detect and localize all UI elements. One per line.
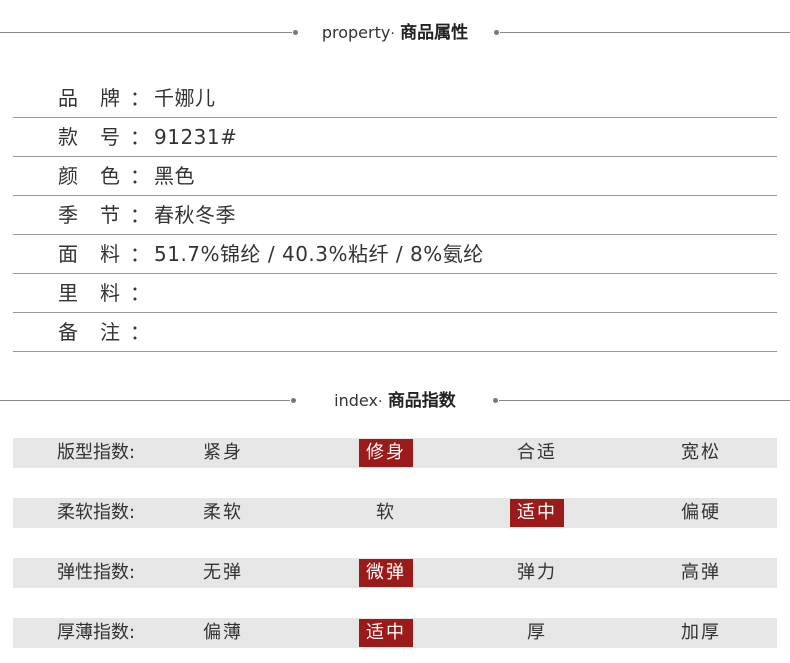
index-option: 加厚 (681, 622, 721, 643)
index-row: 弹性指数: 无弹 微弹 弹力 高弹 (13, 558, 777, 588)
index-section-header: index· 商品指数 (0, 389, 790, 413)
index-option-selected: 微弹 (359, 559, 413, 587)
property-row: 品牌 ：千娜儿 (13, 79, 777, 118)
property-value: 黑色 (154, 164, 195, 188)
property-value: 千娜儿 (154, 86, 216, 110)
property-label-char: 牌 (100, 86, 120, 110)
index-row: 厚薄指数: 偏薄 适中 厚 加厚 (13, 618, 777, 648)
property-row: 备注 ： (13, 313, 777, 352)
property-value: 春秋冬季 (154, 203, 236, 227)
index-option: 软 (376, 502, 396, 523)
header-dot-right (494, 30, 499, 35)
property-label-colon: ： (130, 320, 150, 344)
index-option: 紧身 (203, 442, 243, 463)
header-rule-right (499, 400, 790, 401)
index-option-selected: 适中 (359, 619, 413, 647)
index-option-selected: 适中 (510, 499, 564, 527)
section-title-en: property (321, 23, 391, 42)
property-label-char: 备 (58, 320, 78, 344)
header-rule-right (500, 32, 790, 33)
property-section-header: property· 商品属性 (0, 21, 790, 45)
index-name: 版型指数: (57, 442, 136, 463)
index-row: 柔软指数: 柔软 软 适中 偏硬 (13, 498, 777, 528)
index-option: 厚 (527, 622, 547, 643)
section-title-separator: · (390, 26, 395, 42)
index-option: 宽松 (681, 442, 721, 463)
index-name: 弹性指数: (57, 562, 136, 583)
property-row: 面料 ： 51.7%锦纶 / 40.3%粘纤 / 8%氨纶 (13, 235, 777, 274)
index-section-title: index· 商品指数 (0, 389, 790, 414)
section-title-cn: 商品指数 (387, 391, 456, 411)
property-label-char: 里 (58, 281, 78, 305)
property-value: 51.7%锦纶 / 40.3%粘纤 / 8%氨纶 (154, 242, 484, 266)
index-option: 高弹 (681, 562, 721, 583)
index-option: 偏硬 (681, 502, 721, 523)
index-name: 厚薄指数: (57, 622, 136, 643)
property-section-title: property· 商品属性 (0, 21, 790, 46)
property-label-colon: ： (130, 281, 150, 305)
index-option: 弹力 (517, 562, 557, 583)
property-label-colon: ： (130, 203, 150, 227)
property-label-char: 号 (100, 125, 120, 149)
property-label-char: 颜 (58, 164, 78, 188)
index-option-selected: 修身 (359, 439, 413, 467)
index-option: 偏薄 (203, 622, 243, 643)
property-label-char: 款 (58, 125, 78, 149)
section-title-en: index (334, 391, 378, 410)
section-title-cn: 商品属性 (400, 23, 469, 43)
property-row: 里料 ： (13, 274, 777, 313)
property-label-char: 品 (58, 86, 78, 110)
property-label-colon: ： (130, 86, 150, 110)
property-label-char: 面 (58, 242, 78, 266)
section-title-separator: · (377, 394, 383, 410)
header-dot-right (493, 398, 498, 403)
property-value: 91231# (154, 125, 238, 149)
property-label-char: 料 (100, 281, 120, 305)
property-label-char: 色 (100, 164, 120, 188)
property-label-colon: ： (130, 242, 150, 266)
index-option: 柔软 (203, 502, 243, 523)
property-row: 款号 ： 91231# (13, 118, 777, 157)
property-label-char: 季 (58, 203, 78, 227)
index-option: 无弹 (203, 562, 243, 583)
property-label-colon: ： (130, 164, 150, 188)
property-row: 季节 ：春秋冬季 (13, 196, 777, 235)
property-label-char: 注 (100, 320, 120, 344)
property-label-char: 节 (100, 203, 120, 227)
index-option: 合适 (517, 442, 557, 463)
index-row: 版型指数: 紧身 修身 合适 宽松 (13, 438, 777, 468)
index-name: 柔软指数: (57, 502, 136, 523)
property-row: 颜色 ：黑色 (13, 157, 777, 196)
property-label-colon: ： (130, 125, 150, 149)
property-list: 品牌：千娜儿款号： 91231# 颜色：黑色季节：春秋冬季面料： 51.7%锦纶 / … (13, 79, 777, 352)
property-label-char: 料 (100, 242, 120, 266)
